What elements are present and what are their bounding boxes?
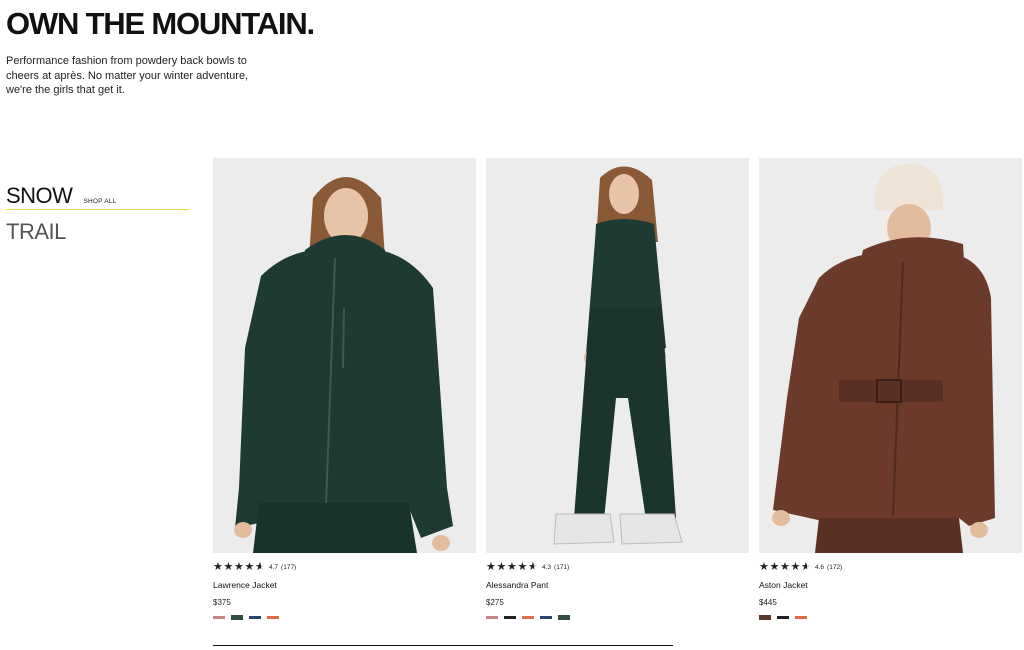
color-swatches: [759, 615, 1022, 620]
color-swatch-selected[interactable]: [231, 615, 243, 620]
star-icon: ★: [759, 561, 769, 573]
rating-score: 4.6: [815, 564, 825, 571]
star-icon: ★: [769, 561, 780, 573]
star-icon: ★: [223, 561, 234, 573]
product-price: $275: [486, 598, 504, 607]
review-count[interactable]: (177): [281, 564, 296, 571]
star-rating: ★ ★ ★ ★ ★: [213, 561, 265, 574]
category-active-underline: [6, 209, 189, 210]
star-icon: ★: [790, 561, 801, 573]
product-name[interactable]: Alessandra Pant: [486, 580, 749, 590]
color-swatches: [486, 615, 749, 620]
star-rating: ★ ★ ★ ★ ★: [759, 561, 811, 574]
color-swatch[interactable]: [795, 616, 807, 619]
star-rating: ★ ★ ★ ★ ★: [486, 561, 538, 574]
hero-description: Performance fashion from powdery back bo…: [6, 55, 249, 96]
color-swatch[interactable]: [267, 616, 279, 619]
product-card[interactable]: ★ ★ ★ ★ ★ 4.3 (171) Alessandra Pant $275: [486, 158, 749, 620]
product-image[interactable]: [486, 158, 749, 553]
color-swatch[interactable]: [213, 616, 225, 619]
page-title: OWN THE MOUNTAIN.: [6, 6, 315, 41]
review-count[interactable]: (171): [554, 564, 569, 571]
rating-score: 4.3: [542, 564, 552, 571]
category-snow-label[interactable]: SNOW: [6, 183, 73, 209]
product-card[interactable]: ★ ★ ★ ★ ★ 4.6 (172) Aston Jacket $445: [759, 158, 1022, 620]
star-icon: ★: [496, 561, 507, 573]
rating-row: ★ ★ ★ ★ ★ 4.3 (171): [486, 561, 749, 574]
color-swatch-selected[interactable]: [558, 615, 570, 620]
color-swatch[interactable]: [504, 616, 516, 619]
star-icon: ★: [486, 561, 496, 573]
star-icon: ★: [234, 561, 244, 573]
product-name[interactable]: Lawrence Jacket: [213, 580, 476, 590]
product-price: $375: [213, 598, 231, 607]
review-count[interactable]: (172): [827, 564, 842, 571]
category-snow[interactable]: SNOW SHOP ALL: [6, 183, 116, 209]
star-icon: ★: [507, 561, 517, 573]
product-card[interactable]: ★ ★ ★ ★ ★ 4.7 (177) Lawrence Jacket $375: [213, 158, 476, 620]
half-star-icon: ★: [255, 562, 265, 574]
product-image[interactable]: [213, 158, 476, 553]
half-star-icon: ★: [528, 562, 538, 574]
color-swatch[interactable]: [249, 616, 261, 619]
shop-all-link[interactable]: SHOP ALL: [83, 198, 116, 205]
color-swatch[interactable]: [540, 616, 552, 619]
half-star-icon: ★: [801, 562, 811, 574]
color-swatch[interactable]: [486, 616, 498, 619]
color-swatch-selected[interactable]: [759, 615, 771, 620]
product-image[interactable]: [759, 158, 1022, 553]
star-icon: ★: [517, 561, 528, 573]
color-swatches: [213, 615, 476, 620]
color-swatch[interactable]: [522, 616, 534, 619]
rating-row: ★ ★ ★ ★ ★ 4.7 (177): [213, 561, 476, 574]
product-price: $445: [759, 598, 777, 607]
star-icon: ★: [780, 561, 790, 573]
scroll-progress-bar[interactable]: [213, 645, 673, 646]
star-icon: ★: [244, 561, 255, 573]
star-icon: ★: [213, 561, 223, 573]
rating-row: ★ ★ ★ ★ ★ 4.6 (172): [759, 561, 1022, 574]
product-name[interactable]: Aston Jacket: [759, 580, 1022, 590]
color-swatch[interactable]: [777, 616, 789, 619]
category-trail[interactable]: TRAIL: [6, 219, 66, 245]
rating-score: 4.7: [269, 564, 279, 571]
